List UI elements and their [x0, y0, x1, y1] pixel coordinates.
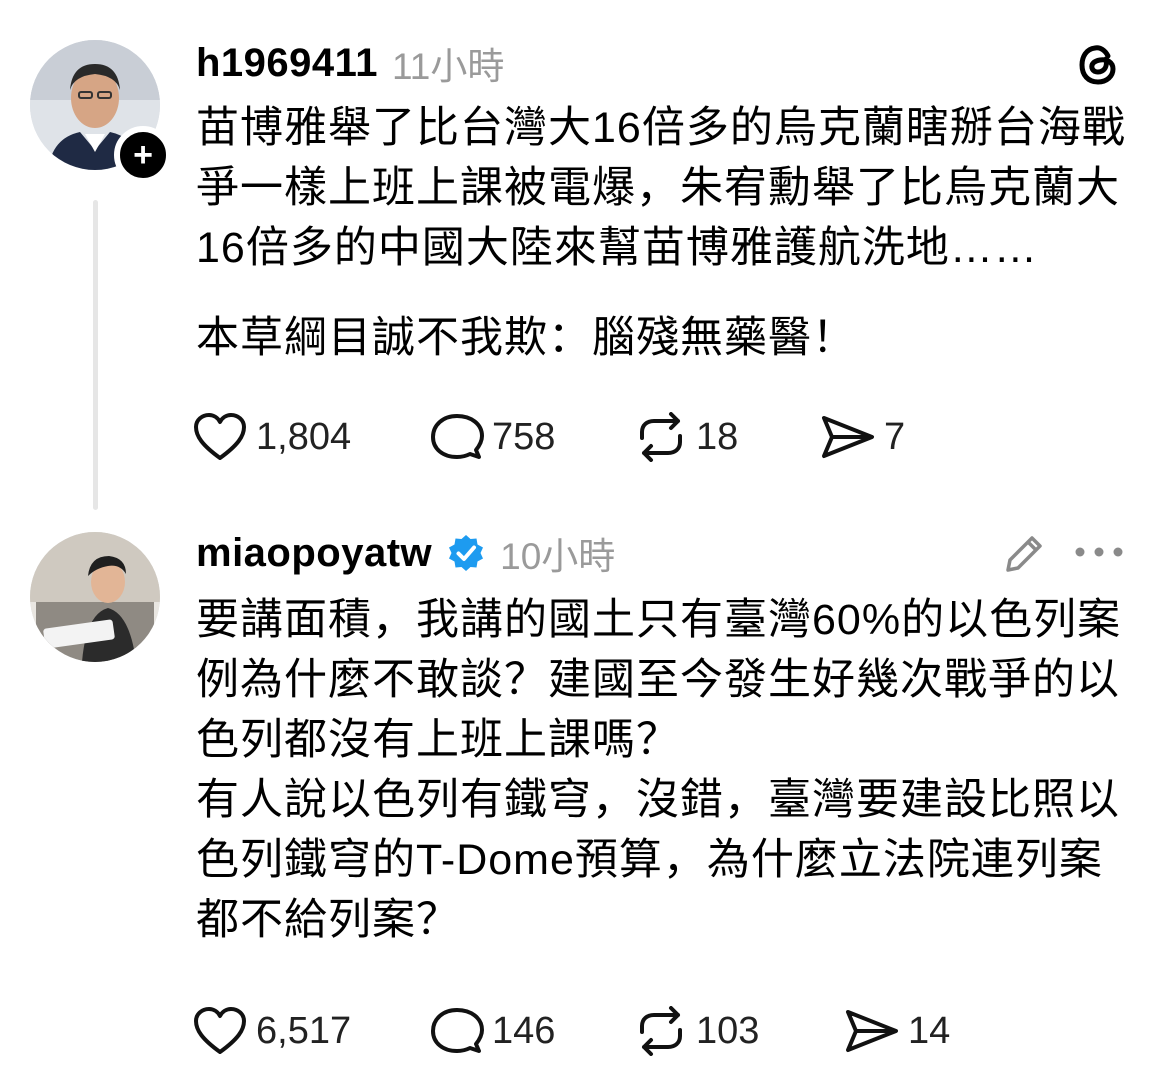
repost-icon: [640, 412, 682, 462]
share-count: 14: [908, 1009, 951, 1052]
verified-badge-icon: [449, 535, 484, 571]
post-2-body: 要講面積，我講的國土只有臺灣60%的以色列案例為什麼不敢談？建國至今發生好幾次戰…: [196, 590, 1146, 950]
reply-button[interactable]: 146: [430, 1006, 634, 1056]
post-2-time: 10小時: [500, 536, 616, 577]
repost-icon: [640, 1006, 682, 1056]
repost-button[interactable]: 18: [634, 412, 820, 462]
avatar-post-2[interactable]: [30, 532, 160, 662]
post-2-actions: 6,517 146 103 14: [192, 1006, 950, 1056]
post-2-paragraph-1: 要講面積，我講的國土只有臺灣60%的以色列案例為什麼不敢談？建國至今發生好幾次戰…: [196, 596, 1122, 764]
comment-icon: [431, 414, 484, 459]
post-1-username[interactable]: h1969411: [196, 41, 378, 86]
person-avatar-image-2: [30, 532, 160, 662]
post-2-paragraph-2: 有人說以色列有鐵穹，沒錯，臺灣要建設比照以色列鐵穹的T-Dome預算，為什麼立法…: [196, 776, 1120, 944]
more-icon[interactable]: [1074, 544, 1124, 560]
post-1-actions: 1,804 758 18 7: [192, 412, 905, 462]
share-icon: [846, 1010, 898, 1052]
reply-count: 146: [492, 1009, 556, 1052]
post-1-body: 苗博雅舉了比台灣大16倍多的烏克蘭瞎掰台海戰爭一樣上班上課被電爆，朱宥勳舉了比烏…: [196, 98, 1146, 368]
post-2-header: miaopoyatw 10小時: [196, 528, 615, 578]
like-count: 6,517: [256, 1009, 352, 1052]
post-1-paragraph-2: 本草綱目誠不我欺：腦殘無藥醫！: [196, 314, 856, 362]
repost-button[interactable]: 103: [634, 1006, 844, 1056]
share-icon: [822, 416, 874, 458]
repost-count: 103: [696, 1009, 760, 1052]
follow-plus-icon[interactable]: +: [114, 126, 172, 184]
comment-icon: [431, 1008, 484, 1053]
share-button[interactable]: 14: [844, 1006, 950, 1056]
heart-icon: [194, 1007, 246, 1054]
post-2-username[interactable]: miaopoyatw: [196, 531, 432, 576]
share-button[interactable]: 7: [820, 412, 905, 462]
like-count: 1,804: [256, 415, 352, 458]
threads-logo-icon[interactable]: [1074, 40, 1122, 88]
reply-count: 758: [492, 415, 556, 458]
post-1-time: 11小時: [391, 46, 505, 87]
post-1-paragraph-1: 苗博雅舉了比台灣大16倍多的烏克蘭瞎掰台海戰爭一樣上班上課被電爆，朱宥勳舉了比烏…: [196, 104, 1126, 272]
repost-count: 18: [696, 415, 739, 458]
pencil-icon[interactable]: [1000, 530, 1048, 578]
thread-connector-line: [93, 200, 98, 510]
share-count: 7: [884, 415, 906, 458]
heart-icon: [194, 413, 246, 460]
reply-button[interactable]: 758: [430, 412, 634, 462]
post-1-header: h1969411 11小時: [196, 38, 504, 88]
like-button[interactable]: 6,517: [192, 1006, 430, 1056]
like-button[interactable]: 1,804: [192, 412, 430, 462]
